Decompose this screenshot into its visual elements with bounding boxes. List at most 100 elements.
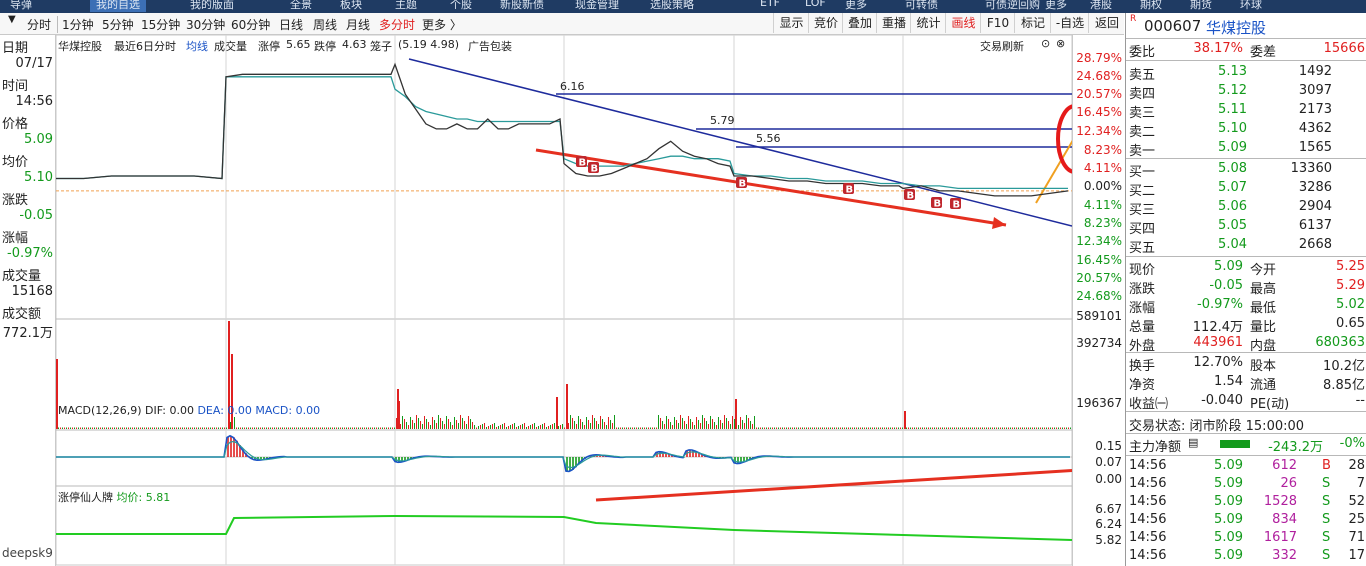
top-nav-item[interactable]: 更多: [1045, 0, 1067, 12]
volume-bar: [776, 427, 777, 429]
top-nav-item[interactable]: 更多: [845, 0, 867, 12]
top-nav-item[interactable]: 个股: [450, 0, 472, 12]
toolbar-button[interactable]: 统计: [910, 13, 946, 33]
tick-side: S: [1322, 548, 1331, 563]
top-nav-item[interactable]: 全景: [290, 0, 312, 12]
toolbar-button[interactable]: F10: [980, 13, 1015, 33]
dropdown-icon[interactable]: ▼: [8, 14, 16, 25]
top-nav-item[interactable]: 我的版面: [190, 0, 234, 12]
top-nav-item[interactable]: 可债逆回购: [985, 0, 1040, 12]
volume-bar: [376, 427, 377, 429]
top-nav-item[interactable]: ETF: [760, 0, 780, 9]
top-nav-item[interactable]: 新股新债: [500, 0, 544, 12]
top-nav-item[interactable]: 期权: [1140, 0, 1162, 12]
top-nav-item[interactable]: LOF: [805, 0, 826, 9]
volume-bar: [962, 427, 963, 429]
stat-value: 0.65: [1336, 316, 1365, 331]
period-tab[interactable]: 多分时: [379, 16, 415, 33]
price-scale-label: 20.57%: [1076, 87, 1122, 101]
period-tab[interactable]: 月线: [346, 16, 370, 33]
volume-bar: [756, 427, 757, 429]
top-nav-item[interactable]: 现金管理: [575, 0, 619, 12]
top-nav-item[interactable]: 我的自选: [90, 0, 146, 12]
macd-dea-label: DEA:: [197, 404, 224, 417]
volume-bar: [378, 427, 379, 429]
volume-bar: [396, 418, 397, 429]
period-tab[interactable]: 分时: [27, 16, 59, 33]
period-tab[interactable]: 30分钟: [186, 16, 225, 33]
volume-bar: [696, 417, 697, 429]
volume-bar: [572, 418, 573, 429]
volume-bar: [1042, 427, 1043, 429]
left-info-panel: 日期 07/17 时间 14:56 价格 5.09 均价 5.10 涨跌 -0.…: [0, 35, 56, 566]
volume-bar: [236, 427, 237, 429]
toolbar-button[interactable]: 返回: [1088, 13, 1125, 33]
toolbar-button[interactable]: 显示: [773, 13, 809, 33]
volume-bar: [62, 427, 63, 429]
volume-bar: [296, 427, 297, 429]
volume-bar: [168, 427, 169, 429]
webi-label: 委比: [1129, 45, 1156, 60]
buy-marker-label: B: [953, 200, 961, 211]
volume-bar: [914, 427, 915, 429]
top-nav-item[interactable]: 期货: [1190, 0, 1212, 12]
volume-bar: [708, 424, 709, 429]
volume-bar: [702, 415, 703, 429]
volume-bar: [898, 427, 899, 429]
period-tab[interactable]: 1分钟: [62, 16, 94, 33]
volume-bar: [382, 427, 383, 429]
volume-bar: [362, 427, 363, 429]
bid-volume: 13360: [1290, 161, 1332, 176]
toolbar-button[interactable]: 标记: [1014, 13, 1051, 33]
top-nav-item[interactable]: 可转债: [905, 0, 938, 12]
top-nav-item[interactable]: 选股策略: [650, 0, 694, 12]
period-tab[interactable]: 更多 〉: [422, 16, 462, 33]
volume-bar: [980, 427, 981, 429]
volume-bar: [882, 427, 883, 429]
volume-bar: [304, 427, 305, 429]
volume-spike: [398, 401, 400, 429]
bid-volume: 2904: [1298, 199, 1332, 214]
ask-price: 5.11: [1218, 102, 1247, 117]
divider: [1126, 433, 1366, 434]
volume-bar: [230, 422, 231, 429]
volume-bar: [796, 427, 797, 429]
period-tab[interactable]: 15分钟: [141, 16, 180, 33]
period-tab[interactable]: 60分钟: [231, 16, 270, 33]
top-nav-item[interactable]: 环球: [1240, 0, 1262, 12]
volume-bar: [416, 415, 417, 429]
volume-bar: [472, 422, 473, 429]
volume-bar: [1014, 427, 1015, 429]
toolbar-button[interactable]: -自选: [1050, 13, 1089, 33]
top-nav-item[interactable]: 主题: [395, 0, 417, 12]
volume-bar: [840, 427, 841, 429]
volume-bar: [672, 425, 673, 429]
toolbar-button[interactable]: 画线: [945, 13, 981, 33]
volume-bar: [368, 427, 369, 429]
volume-bar: [484, 423, 485, 429]
toolbar-button[interactable]: 重播: [876, 13, 911, 33]
volume-bar: [818, 427, 819, 429]
volume-bar: [482, 424, 483, 429]
period-tab[interactable]: 周线: [313, 16, 337, 33]
top-nav-item[interactable]: 板块: [340, 0, 362, 12]
volume-bar: [72, 427, 73, 429]
volume-bar: [684, 421, 685, 429]
volume-bar: [522, 424, 523, 429]
volume-bar: [404, 419, 405, 429]
tick-price: 5.09: [1214, 494, 1243, 509]
top-nav-item[interactable]: 港股: [1090, 0, 1112, 12]
volume-bar: [814, 427, 815, 429]
volume-bar: [880, 427, 881, 429]
period-tab[interactable]: 日线: [279, 16, 303, 33]
toolbar-button[interactable]: 叠加: [842, 13, 877, 33]
toolbar-button[interactable]: 竞价: [808, 13, 843, 33]
period-tab[interactable]: 5分钟: [102, 16, 134, 33]
volume-bar: [516, 427, 517, 429]
list-icon[interactable]: ▤: [1188, 436, 1198, 449]
right-scale: 28.79% 24.68% 20.57% 16.45% 12.34% 8.23% 4.11%…: [1072, 35, 1125, 566]
top-nav-item[interactable]: 导弹: [10, 0, 32, 12]
volume-bar: [278, 427, 279, 429]
pct-label: 涨幅: [2, 231, 29, 246]
volume-bar: [452, 425, 453, 429]
